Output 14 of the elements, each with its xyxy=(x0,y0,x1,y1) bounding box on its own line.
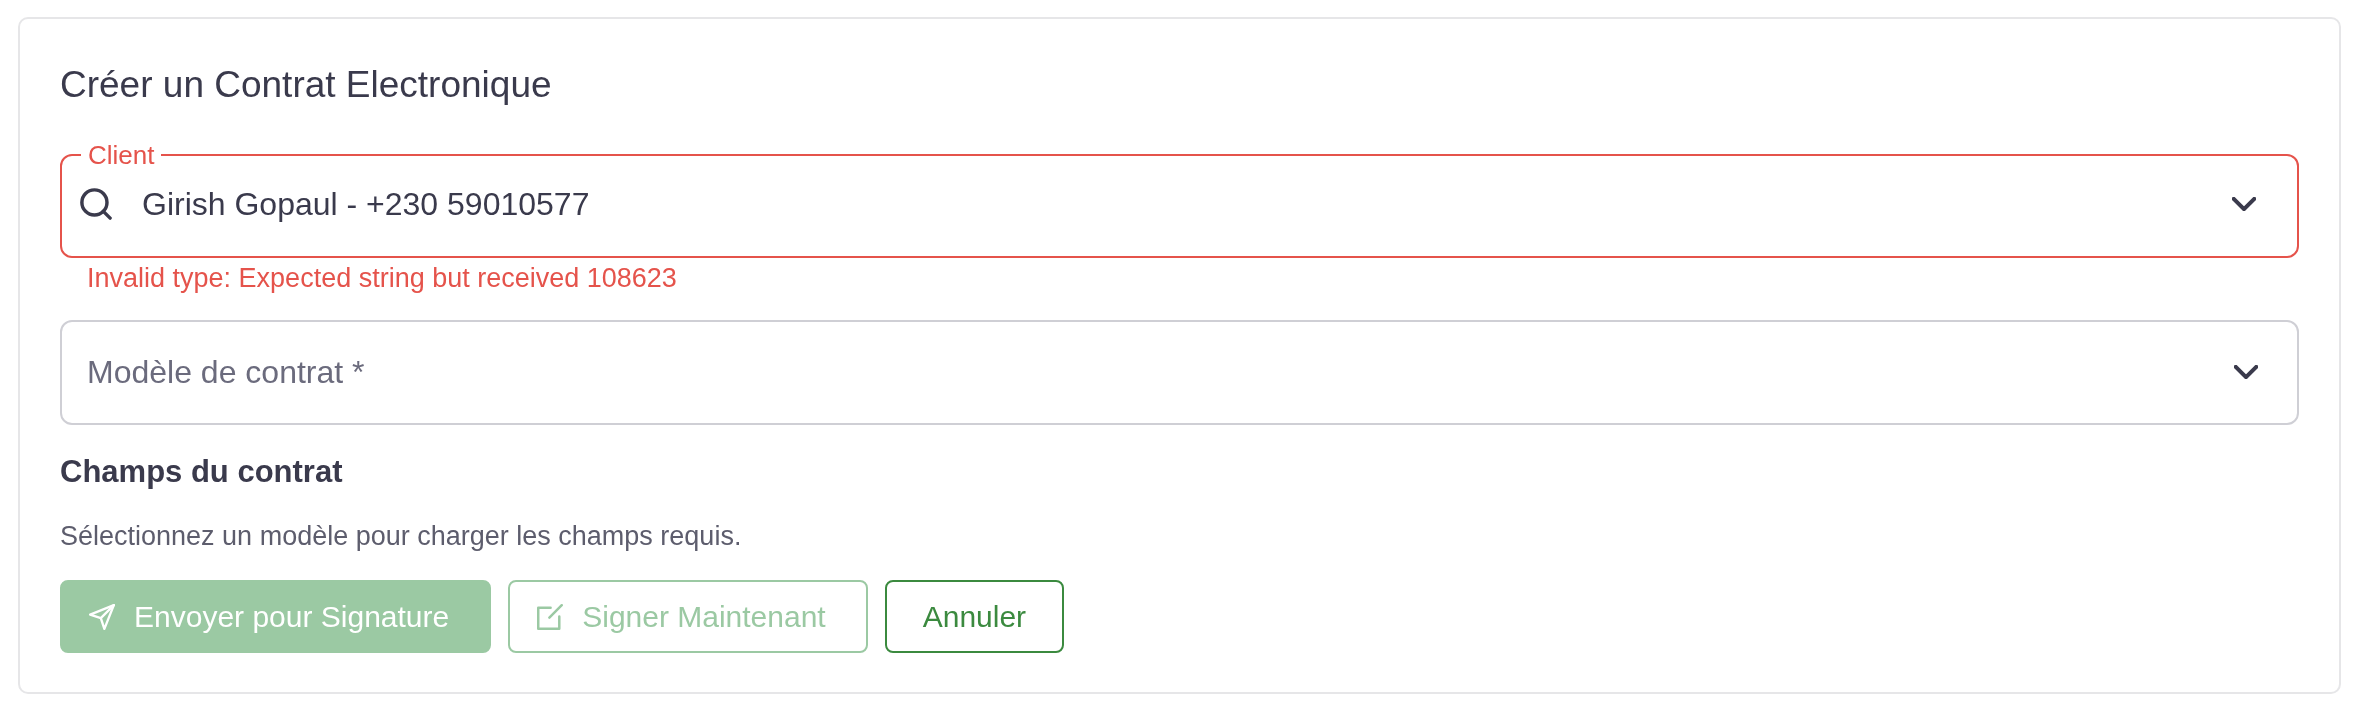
client-select[interactable]: Client Girish Gopaul - +230 59010577 xyxy=(60,142,2299,258)
section-title: Champs du contrat xyxy=(60,453,344,491)
chevron-down-icon xyxy=(2234,365,2258,379)
field-value: Girish Gopaul - +230 59010577 xyxy=(142,185,591,223)
template-select[interactable]: Modèle de contrat * xyxy=(60,320,2299,425)
cancel-button[interactable]: Annuler xyxy=(884,580,1065,653)
field-label: Client xyxy=(87,142,156,168)
form-title: Créer un Contrat Electronique xyxy=(60,63,553,107)
search-icon xyxy=(80,188,112,220)
chevron-down-icon xyxy=(2232,197,2256,211)
send-icon xyxy=(89,603,115,630)
edit-icon xyxy=(537,603,564,630)
error-message: Invalid type: Expected string but received 108623 xyxy=(87,262,678,294)
section-hint: Sélectionnez un modèle pour charger les champs requis. xyxy=(60,520,743,553)
